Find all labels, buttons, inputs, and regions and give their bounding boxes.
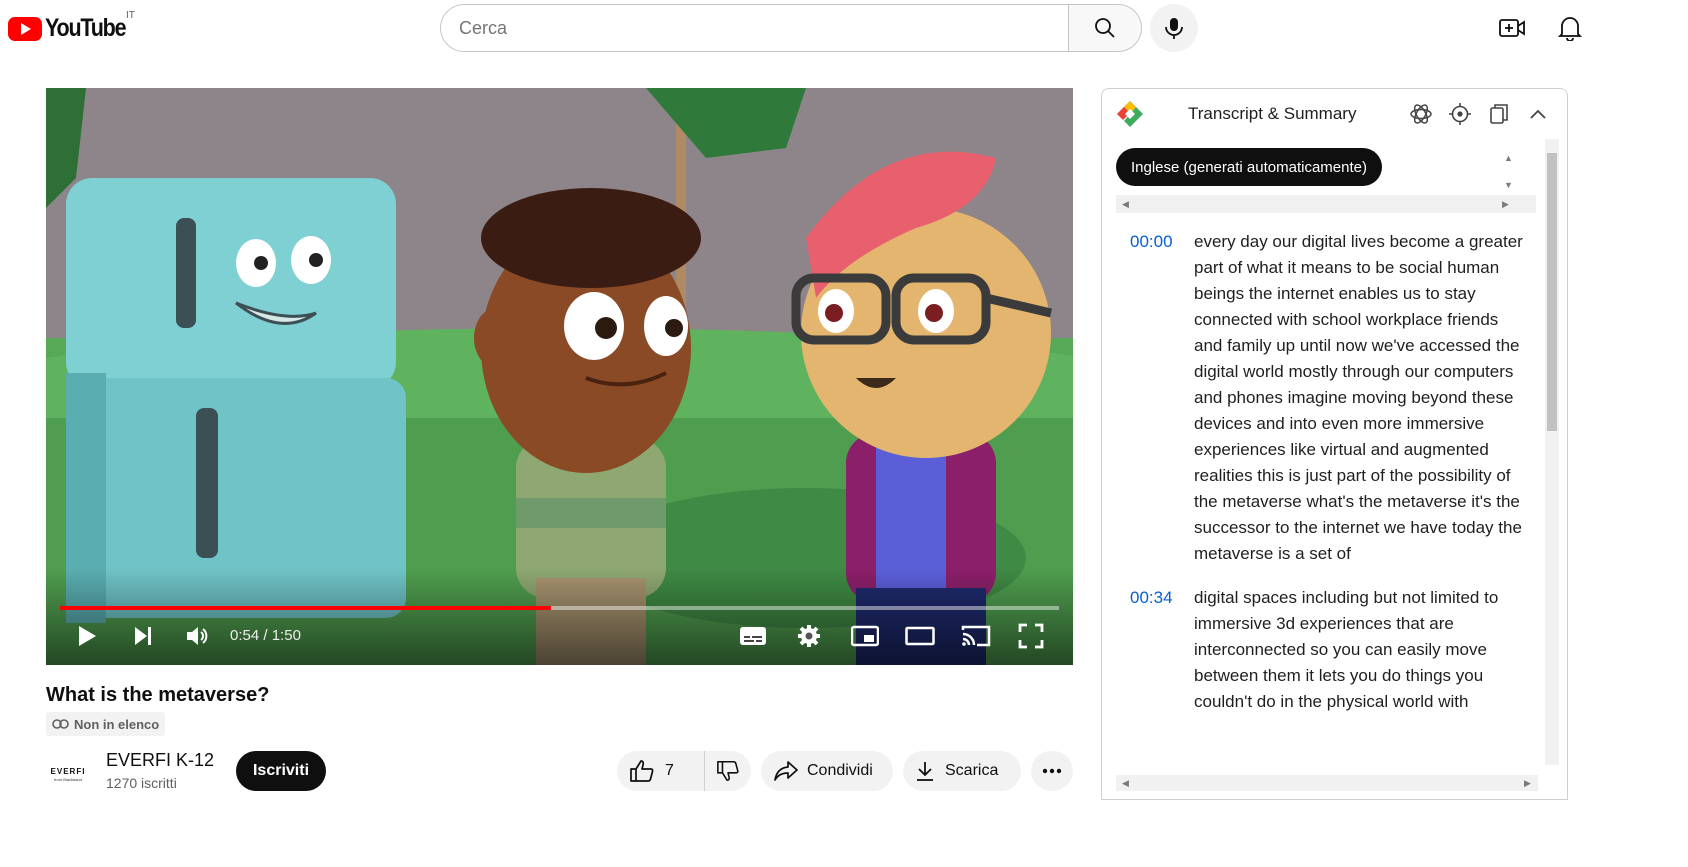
- transcript-list: 00:00 every day our digital lives become…: [1116, 229, 1526, 733]
- locate-current-button[interactable]: [1446, 100, 1474, 128]
- locate-icon: [1449, 103, 1471, 125]
- language-selector-row: Inglese (generati automaticamente) ▲ ▼ ◀…: [1116, 145, 1536, 215]
- volume-button[interactable]: [180, 616, 214, 656]
- youtube-logo[interactable]: YouTube IT: [8, 10, 138, 43]
- scrollbar-thumb[interactable]: [1547, 153, 1557, 431]
- settings-button[interactable]: [792, 616, 826, 656]
- search-input[interactable]: [440, 4, 1068, 52]
- transcript-segment: 00:34 digital spaces including but not l…: [1116, 585, 1526, 715]
- share-button[interactable]: Condividi: [761, 751, 893, 791]
- subscriber-count: 1270 iscritti: [106, 775, 177, 791]
- avatar-logo-sub: from Blackbaud: [54, 776, 82, 782]
- settings-icon: [798, 625, 820, 647]
- extension-logo-icon: [1117, 101, 1143, 127]
- language-select[interactable]: Inglese (generati automaticamente): [1116, 148, 1382, 186]
- subscribe-button[interactable]: Iscriviti: [236, 751, 326, 791]
- miniplayer-icon: [851, 625, 879, 647]
- copy-icon: [1490, 104, 1508, 124]
- channel-avatar[interactable]: EVERFI from Blackbaud: [46, 752, 90, 796]
- search-button[interactable]: [1068, 4, 1142, 52]
- thumbs-up-icon: [630, 760, 654, 782]
- cast-button[interactable]: [958, 616, 994, 656]
- language-list-hscrollbar[interactable]: ◀ ▶: [1116, 195, 1536, 213]
- more-horizontal-icon: [1042, 768, 1062, 774]
- time-total: 1:50: [271, 627, 301, 644]
- video-title: What is the metaverse?: [46, 684, 270, 706]
- segment-timestamp[interactable]: 00:34: [1116, 585, 1194, 715]
- scroll-right-arrow-icon[interactable]: ▶: [1502, 199, 1509, 209]
- video-frame-image: [46, 88, 1073, 665]
- transcript-vertical-scrollbar[interactable]: [1545, 139, 1559, 765]
- fullscreen-button[interactable]: [1014, 616, 1048, 656]
- copy-transcript-button[interactable]: [1485, 100, 1513, 128]
- theater-icon: [905, 626, 935, 646]
- segment-text: every day our digital lives become a gre…: [1194, 232, 1523, 563]
- next-button[interactable]: [126, 616, 160, 656]
- mic-icon: [1165, 18, 1183, 39]
- miniplayer-button[interactable]: [848, 616, 882, 656]
- scroll-down-arrow-icon[interactable]: ▼: [1504, 180, 1513, 190]
- subtitles-icon: [740, 627, 766, 645]
- collapse-icon: [1530, 109, 1546, 119]
- chatgpt-icon: [1410, 104, 1432, 124]
- volume-icon: [187, 627, 208, 645]
- player-controls: 0:54 / 1:50: [46, 616, 1073, 656]
- transcript-horizontal-scrollbar[interactable]: ◀ ▶: [1116, 775, 1538, 791]
- transcript-panel-title: Transcript & Summary: [1188, 104, 1357, 123]
- cast-icon: [961, 625, 991, 647]
- time-current: 0:54: [230, 627, 260, 644]
- country-code: IT: [126, 10, 135, 21]
- share-icon: [774, 761, 798, 781]
- like-dislike-group: 7: [617, 751, 751, 791]
- chatgpt-summary-button[interactable]: [1407, 100, 1435, 128]
- dislike-button[interactable]: [705, 751, 751, 791]
- video-player[interactable]: 0:54 / 1:50: [46, 88, 1073, 665]
- download-label: Scarica: [945, 762, 999, 779]
- collapse-panel-button[interactable]: [1524, 100, 1552, 128]
- share-label: Condividi: [807, 762, 873, 779]
- download-button[interactable]: Scarica: [903, 751, 1021, 791]
- transcript-segment: 00:00 every day our digital lives become…: [1116, 229, 1526, 567]
- logo-text: YouTube: [45, 14, 127, 42]
- transcript-panel-header: Transcript & Summary: [1102, 89, 1567, 139]
- theater-mode-button[interactable]: [902, 616, 938, 656]
- unlisted-badge: Non in elenco: [46, 712, 166, 736]
- voice-search-button[interactable]: [1150, 4, 1198, 52]
- create-video-icon: [1499, 19, 1525, 37]
- play-button[interactable]: [70, 616, 104, 656]
- segment-timestamp[interactable]: 00:00: [1116, 229, 1194, 567]
- like-count: 7: [665, 762, 674, 779]
- channel-name[interactable]: EVERFI K-12: [106, 750, 214, 771]
- play-icon: [79, 626, 96, 646]
- unlisted-label: Non in elenco: [74, 716, 160, 732]
- next-icon: [135, 627, 151, 645]
- time-separator: /: [259, 627, 272, 644]
- language-list-scrollbar[interactable]: ▲ ▼: [1500, 145, 1518, 197]
- avatar-logo-word: EVERFI: [50, 766, 86, 776]
- search-icon: [1095, 18, 1115, 38]
- scroll-right-arrow-icon[interactable]: ▶: [1524, 778, 1531, 788]
- bell-icon: [1558, 17, 1582, 41]
- progress-bar[interactable]: [60, 606, 1059, 610]
- create-button[interactable]: [1494, 10, 1530, 46]
- youtube-play-logo-icon: [8, 16, 42, 41]
- scroll-left-arrow-icon[interactable]: ◀: [1122, 199, 1129, 209]
- subtitles-button[interactable]: [736, 616, 770, 656]
- link-icon: [52, 719, 69, 729]
- like-button[interactable]: 7: [617, 751, 705, 791]
- transcript-panel: Transcript & Summary Inglese (generati a…: [1101, 88, 1568, 800]
- progress-played: [60, 606, 551, 610]
- fullscreen-icon: [1018, 623, 1044, 649]
- thumbs-down-icon: [717, 760, 739, 782]
- scroll-left-arrow-icon[interactable]: ◀: [1122, 778, 1129, 788]
- scroll-up-arrow-icon[interactable]: ▲: [1504, 153, 1513, 163]
- notifications-button[interactable]: [1552, 10, 1588, 46]
- download-icon: [917, 762, 933, 781]
- time-display: 0:54 / 1:50: [230, 627, 301, 644]
- more-actions-button[interactable]: [1031, 751, 1073, 791]
- segment-text: digital spaces including but not limited…: [1194, 588, 1499, 711]
- search-bar: [440, 4, 1142, 52]
